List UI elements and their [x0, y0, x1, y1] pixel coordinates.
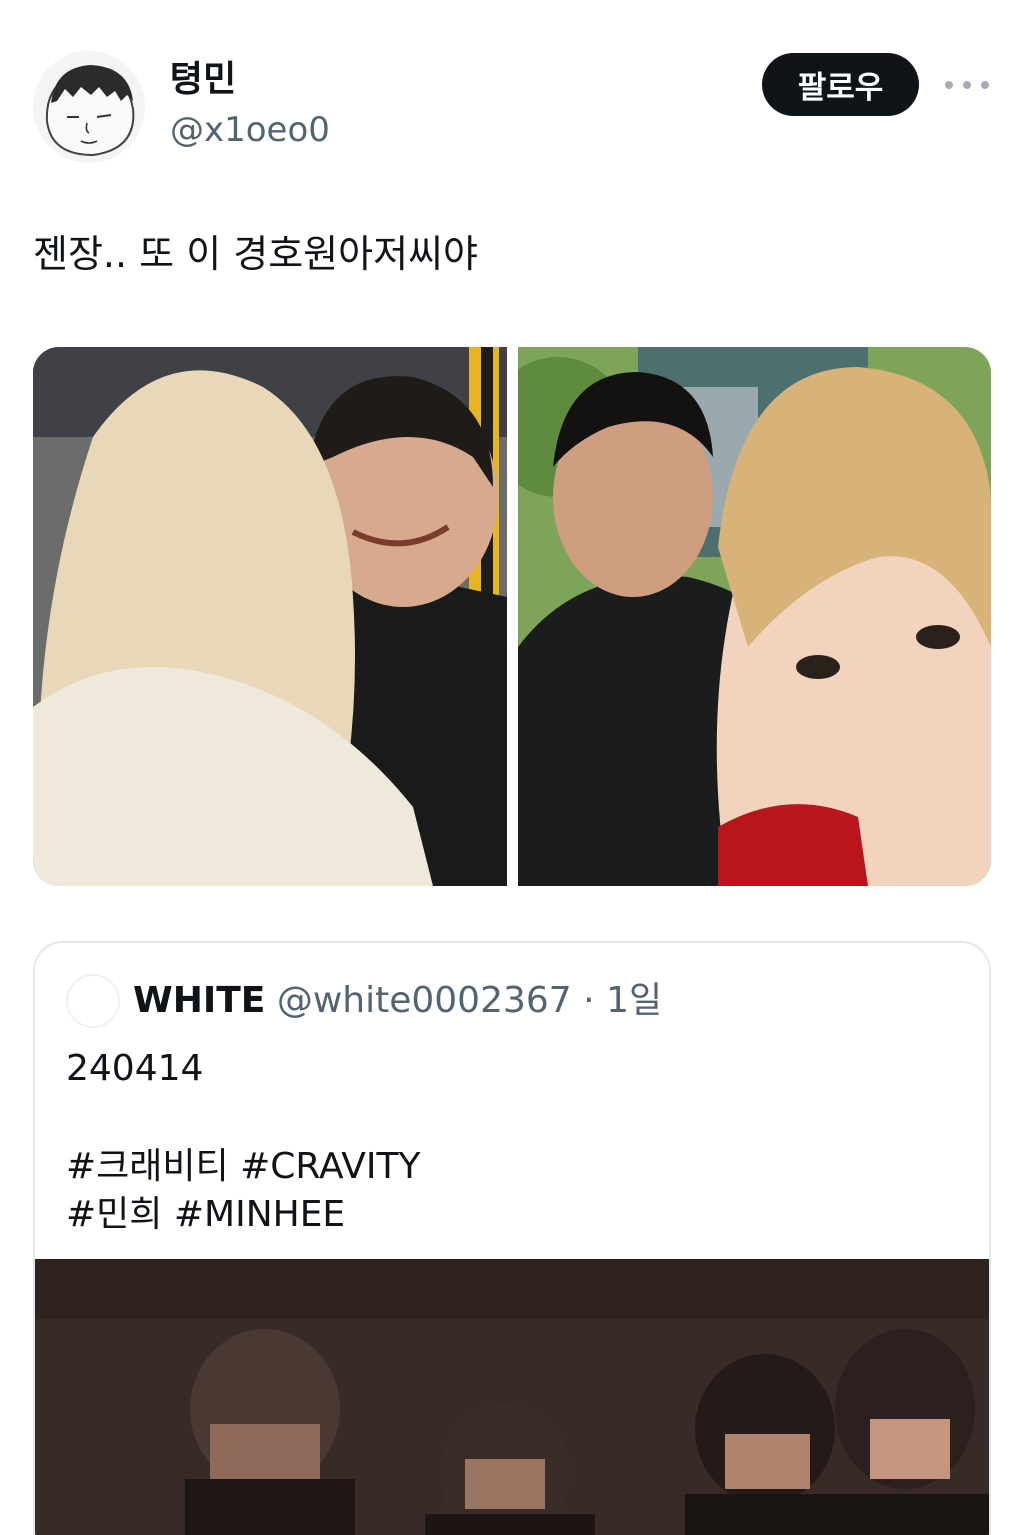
more-horizontal-icon[interactable]	[945, 70, 989, 100]
follow-button[interactable]: 팔로우	[762, 53, 919, 116]
quoted-separator: ·	[583, 980, 595, 1021]
quoted-date-line: 240414	[66, 1048, 204, 1089]
tweet-photo-2[interactable]	[518, 347, 991, 886]
quoted-hashtags-line-2[interactable]: #민희 #MINHEE	[66, 1192, 345, 1238]
quoted-author-handle[interactable]: @white0002367	[277, 980, 572, 1021]
quoted-author-avatar[interactable]	[66, 974, 120, 1028]
quoted-author-name[interactable]: WHITE	[133, 980, 265, 1021]
quoted-tweet[interactable]: WHITE @white0002367 · 1일 240414 #크래비티 #C…	[33, 941, 991, 1535]
quoted-photo[interactable]	[35, 1259, 989, 1535]
quoted-timestamp[interactable]: 1일	[606, 980, 662, 1021]
quoted-header: WHITE @white0002367 · 1일	[133, 979, 662, 1023]
tweet-text: 젠장.. 또 이 경호원아저씨야	[33, 232, 478, 276]
author-avatar[interactable]	[33, 51, 145, 163]
quoted-hashtags-line-1[interactable]: #크래비티 #CRAVITY	[66, 1144, 421, 1190]
tweet-photo-1[interactable]	[33, 347, 507, 886]
author-handle[interactable]: @x1oeo0	[170, 108, 330, 152]
author-display-name[interactable]: 텽민	[170, 58, 236, 102]
